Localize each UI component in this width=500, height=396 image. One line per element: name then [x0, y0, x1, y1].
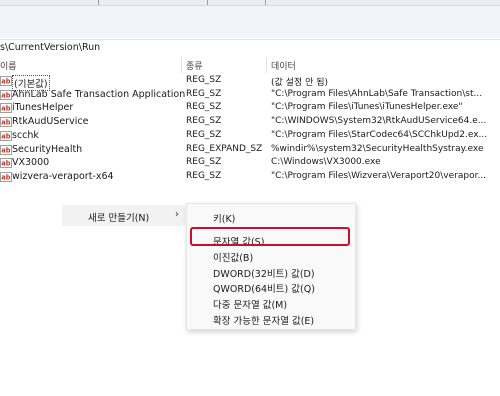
value-type: REG_SZ [186, 102, 222, 113]
table-row[interactable]: ab SecurityHealth REG_EXPAND_SZ %windir%\sy… [0, 143, 500, 157]
svg-text:ab: ab [1, 132, 10, 140]
svg-text:ab: ab [1, 91, 10, 99]
string-value-icon: ab [0, 103, 12, 114]
table-row[interactable]: ab RtkAudUService REG_SZ "C:\WINDOWS\System… [0, 115, 500, 129]
string-value-icon: ab [0, 76, 12, 86]
value-type: REG_SZ [186, 157, 222, 168]
header-divider[interactable] [266, 57, 267, 73]
svg-text:ab: ab [1, 105, 10, 113]
table-row[interactable]: ab AhnLab Safe Transaction Application REG… [0, 88, 500, 102]
column-divider [265, 0, 266, 5]
value-data: "C:\Program Files\Wizvera\Veraport20\ver… [271, 170, 487, 181]
string-value-icon: ab [0, 117, 12, 127]
string-value-icon: ab [0, 171, 12, 182]
value-data: %windir%\system32\SecurityHealthSystray.… [271, 143, 484, 154]
list-header: 이름 종류 데이터 [0, 57, 500, 73]
value-type: REG_SZ [186, 75, 222, 85]
highlight-box [190, 227, 350, 246]
value-type: REG_SZ [186, 88, 222, 99]
menu-item-dword-value[interactable]: DWORD(32비트) 값(D) [213, 266, 315, 280]
svg-text:ab: ab [1, 119, 10, 127]
value-name: wizvera-veraport-x64 [12, 170, 114, 182]
menu-item-expandable-string-value[interactable]: 확장 가능한 문자열 값(E) [213, 313, 314, 327]
table-row[interactable]: ab wizvera-veraport-x64 REG_SZ "C:\Program … [0, 170, 500, 184]
header-divider[interactable] [181, 57, 182, 73]
menu-item-binary-value[interactable]: 이진값(B) [213, 250, 253, 264]
value-name: SecurityHealth [12, 143, 83, 155]
value-data: (값 설정 안 됨) [271, 78, 329, 88]
context-menu-new[interactable]: 새로 만들기(N) › [62, 205, 185, 226]
toolbar-area [0, 6, 500, 38]
menu-item-key[interactable]: 키(K) [213, 211, 235, 225]
table-row[interactable]: ab VX3000 REG_SZ C:\Windows\VX3000.exe [0, 156, 500, 170]
svg-text:ab: ab [1, 173, 10, 181]
address-path: s\CurrentVersion\Run [0, 42, 101, 53]
column-header-name[interactable]: 이름 [0, 59, 17, 72]
svg-text:ab: ab [1, 146, 10, 154]
menu-item-multi-string-value[interactable]: 다중 문자열 값(M) [213, 297, 287, 311]
address-bar[interactable]: s\CurrentVersion\Run [0, 39, 500, 58]
svg-text:ab: ab [1, 160, 10, 168]
value-data: C:\Windows\VX3000.exe [271, 157, 381, 168]
table-row[interactable]: ab scchk REG_SZ "C:\Program Files\StarCodec… [0, 129, 500, 143]
value-data: "C:\Program Files\StarCodec64\SCChkUpd2.… [271, 129, 488, 140]
value-data: "C:\Program Files\AhnLab\Safe Transactio… [271, 88, 483, 99]
value-type: REG_SZ [186, 170, 222, 181]
table-row[interactable]: ab iTunesHelper REG_SZ "C:\Program Files\iT… [0, 101, 500, 115]
value-name: AhnLab Safe Transaction Application [12, 88, 186, 100]
value-data: "C:\WINDOWS\System32\RtkAudUService64.e.… [271, 116, 487, 127]
table-row[interactable]: ab (기본값) REG_SZ (값 설정 안 됨) [0, 74, 500, 91]
menu-item-qword-value[interactable]: QWORD(64비트) 값(Q) [213, 281, 315, 295]
value-name: RtkAudUService [12, 116, 89, 128]
value-type: REG_SZ [186, 129, 222, 140]
value-name: iTunesHelper [12, 102, 74, 114]
value-type: REG_SZ [186, 116, 222, 127]
value-data: "C:\Program Files\iTunes\iTunesHelper.ex… [271, 102, 463, 113]
column-divider [207, 0, 208, 5]
string-value-icon: ab [0, 144, 12, 155]
column-header-data[interactable]: 데이터 [271, 59, 296, 72]
svg-text:ab: ab [1, 78, 10, 86]
string-value-icon: ab [0, 130, 12, 141]
value-type: REG_EXPAND_SZ [186, 143, 263, 154]
value-name: VX3000 [12, 157, 50, 169]
new-value-submenu: 키(K) 문자열 값(S) 이진값(B) DWORD(32비트) 값(D) QW… [186, 203, 356, 330]
chevron-right-icon: › [175, 209, 179, 220]
string-value-icon: ab [0, 89, 12, 100]
string-value-icon: ab [0, 158, 12, 169]
column-divider [98, 0, 99, 5]
value-name: scchk [12, 129, 39, 141]
new-submenu-label: 새로 만들기(N) [88, 213, 150, 224]
column-header-type[interactable]: 종류 [186, 59, 203, 72]
